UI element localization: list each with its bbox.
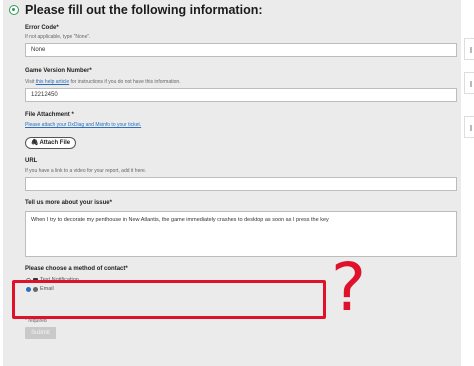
file-attachment-label: File Attachment * [25,112,74,118]
form-header: Please fill out the following informatio… [25,3,263,17]
help-article-link[interactable]: this help article [36,79,69,85]
attach-file-label: Attach File [39,140,71,146]
annotation-question-mark: ? [331,249,367,326]
game-version-hint-prefix: Visit [25,79,36,85]
error-code-hint: If not applicable, type "None". [25,34,91,40]
issue-label: Tell us more about your issue* [25,200,112,206]
issue-textarea[interactable]: When I try to decorate my penthouse in N… [25,211,457,257]
annotation-highlight-box [12,280,326,319]
attach-file-button[interactable]: 🖇Attach File [25,137,76,149]
game-version-label: Game Version Number* [25,68,92,74]
paperclip-icon: 🖇 [30,140,39,146]
side-tab[interactable] [464,116,474,138]
error-code-label: Error Code* [25,25,59,31]
section-radio[interactable] [9,5,19,15]
url-label: URL [25,158,38,164]
side-tab[interactable] [464,72,474,94]
submit-button[interactable]: Submit [25,327,56,339]
game-version-input[interactable]: 12212450 [25,88,457,102]
contact-label: Please choose a method of contact* [25,266,128,272]
side-tab[interactable] [464,38,474,60]
url-hint: If you have a link to a video for your r… [25,168,147,174]
url-input[interactable] [25,177,457,191]
game-version-hint-suffix: for instructions if you do not have this… [69,79,181,85]
error-code-input[interactable]: None [25,43,457,57]
file-attachment-hint[interactable]: Please attach your DxDiag and Msinfo to … [25,122,141,128]
game-version-hint: Visit this help article for instructions… [25,79,181,85]
